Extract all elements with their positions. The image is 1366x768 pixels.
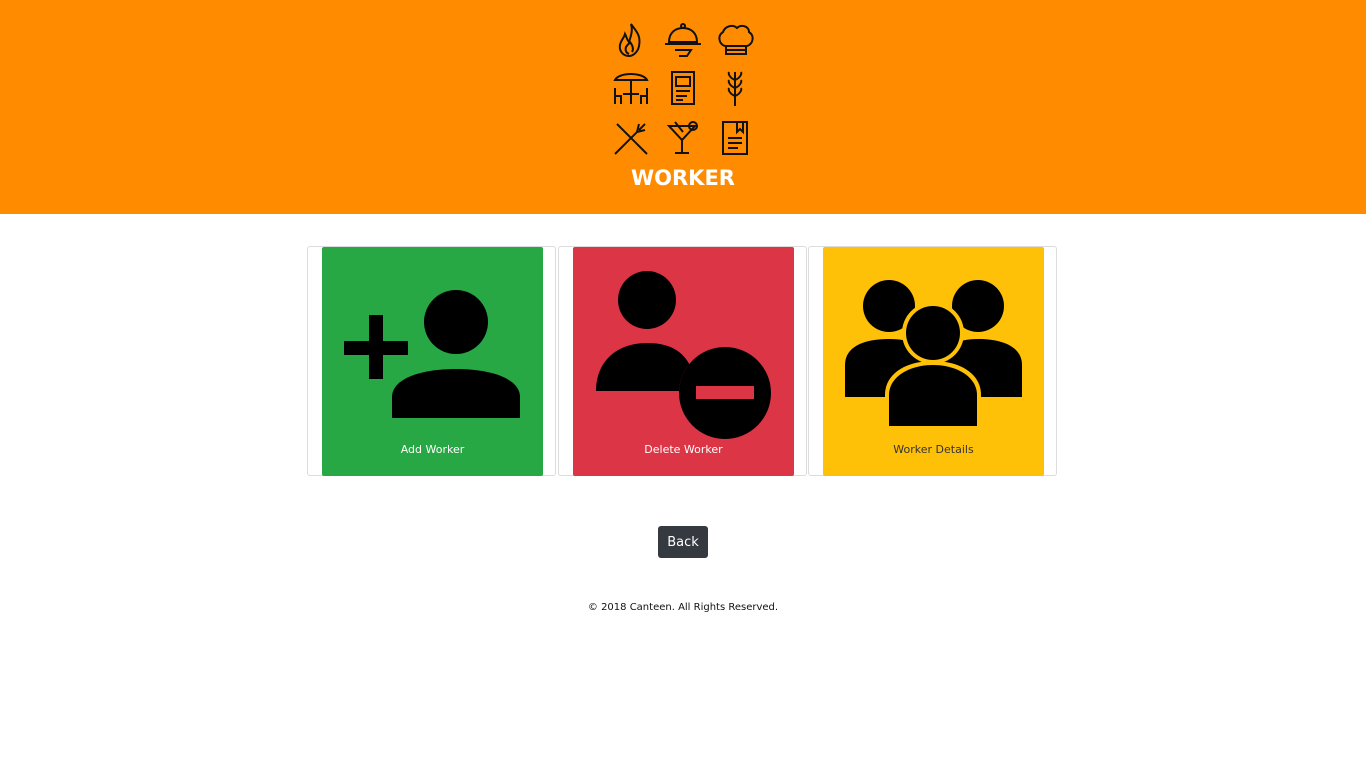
page-title: WORKER [631, 166, 735, 190]
footer-copyright: © 2018 Canteen. All Rights Reserved. [587, 602, 779, 613]
fork-knife-icon [609, 118, 653, 158]
worker-details-card[interactable]: Worker Details [823, 247, 1044, 476]
worker-details-card-frame: Worker Details [808, 246, 1057, 476]
chef-hat-icon [713, 20, 757, 60]
cloche-icon [661, 20, 705, 60]
worker-details-label: Worker Details [893, 443, 974, 456]
add-worker-label: Add Worker [400, 443, 465, 456]
flame-icon [609, 20, 653, 60]
add-worker-card[interactable]: Add Worker [322, 247, 543, 476]
remove-user-icon [596, 271, 771, 439]
users-group-icon [845, 280, 1022, 429]
add-worker-card-frame: Add Worker [307, 246, 556, 476]
add-user-icon [344, 290, 520, 418]
cocktail-icon [661, 118, 705, 158]
wheat-icon [713, 68, 757, 108]
menu-icon [661, 68, 705, 108]
delete-worker-card-frame: Delete Worker [558, 246, 807, 476]
recipe-book-icon [713, 118, 757, 158]
page-header: WORKER [0, 0, 1366, 214]
delete-worker-card[interactable]: Delete Worker [573, 247, 794, 476]
back-button[interactable]: Back [658, 526, 708, 558]
delete-worker-label: Delete Worker [644, 443, 723, 456]
patio-umbrella-table-icon [609, 68, 653, 108]
header-icon-grid [607, 20, 759, 160]
